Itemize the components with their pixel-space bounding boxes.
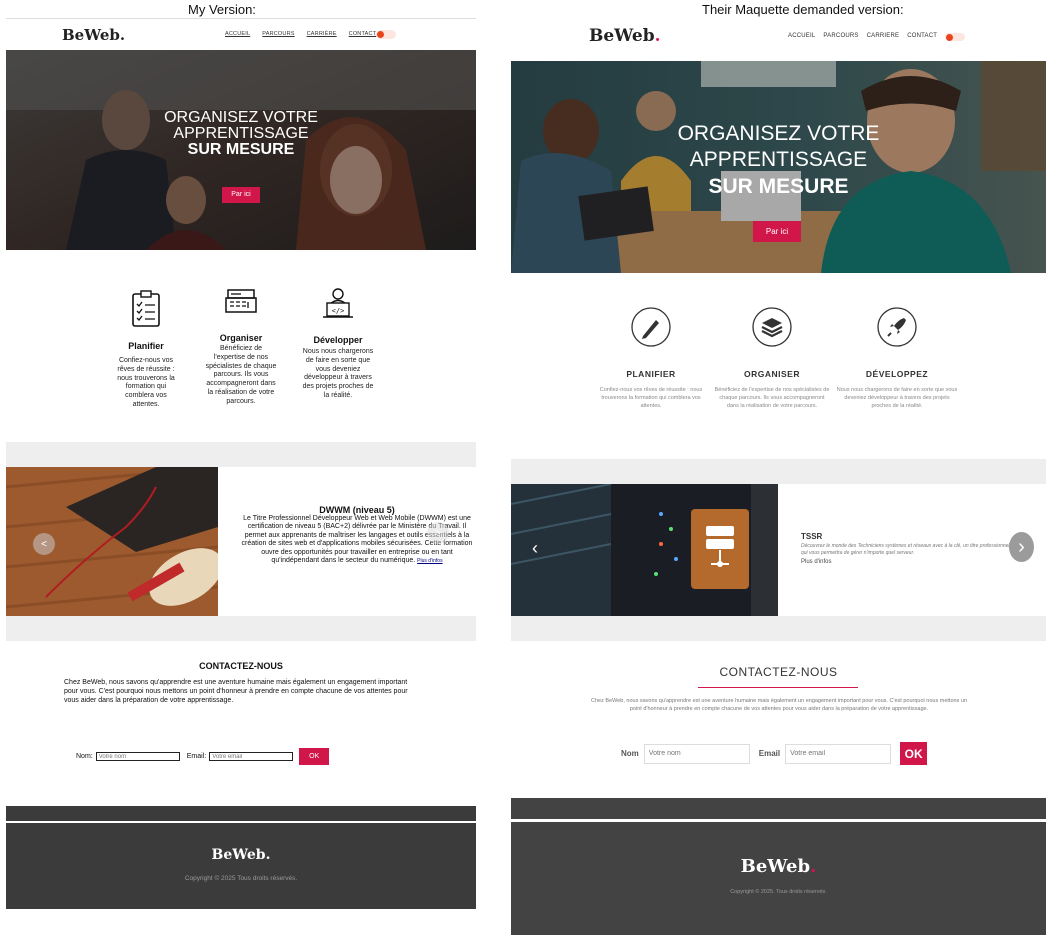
feature-title: Planifier (128, 341, 164, 351)
carousel-image: < (6, 467, 218, 616)
feature-developpez: DÉVELOPPEZ Nous nous chargerons de faire… (836, 306, 958, 411)
logo[interactable]: BeWeb. (62, 26, 125, 44)
feature-text: Bénéficiez de l'expertise de nos spécial… (205, 345, 277, 405)
footer-logo: BeWeb. (211, 847, 271, 863)
left-version: BeWeb. ACCUEIL PARCOURS CARRIÈRE CONTACT (6, 18, 476, 918)
feature-text: Bénéficiez de l'expertise de nos spécial… (714, 387, 830, 409)
hero-title: ORGANISEZ VOTRE APPRENTISSAGE SUR MESURE (511, 121, 1046, 200)
nav-parcours[interactable]: PARCOURS (262, 31, 294, 37)
feature-title: DÉVELOPPEZ (865, 369, 929, 379)
gray-band (511, 459, 1046, 484)
feature-planifier: Planifier Confiez-nous vos rêves de réus… (111, 290, 181, 410)
gray-band (6, 442, 476, 467)
copyright: Copyright © 2025. Tous droits réservés. (730, 889, 827, 895)
feature-title: PLANIFIER (626, 369, 676, 379)
email-label: Email: (186, 753, 207, 760)
hero-cta-button[interactable]: Par ici (222, 187, 260, 203)
hero-banner: ORGANISEZ VOTRE APPRENTISSAGE SUR MESURE… (6, 50, 476, 250)
feature-developper: </> Développer Nous nous chargerons de f… (300, 288, 376, 401)
gray-band (511, 616, 1046, 641)
hero-title: ORGANISEZ VOTRE APPRENTISSAGE SUR MESURE (6, 110, 476, 158)
nav-contact[interactable]: CONTACT (349, 31, 377, 37)
rocket-circle-icon (877, 307, 917, 347)
contact-form: Nom Email OK (621, 742, 928, 765)
feature-text: Nous nous chargerons de faire en sorte q… (836, 387, 958, 409)
carousel-next-button[interactable]: › (1009, 532, 1034, 562)
left-caption: My Version: (188, 2, 256, 17)
nav-accueil[interactable]: ACCUEIL (225, 31, 250, 37)
right-version: BeWeb. ACCUEIL PARCOURS CARRIERE CONTACT (511, 18, 1046, 938)
feature-organiser: ORGANISER Bénéficiez de l'expertise de n… (713, 306, 831, 411)
feature-text: Nous nous chargerons de faire en sorte q… (302, 348, 374, 399)
theme-toggle[interactable] (376, 30, 396, 39)
feature-text: Confiez-nous vos rêves de réussite : nou… (599, 387, 703, 409)
copyright: Copyright © 2025 Tous droits réservés. (184, 875, 298, 882)
layers-circle-icon (752, 307, 792, 347)
svg-text:</>: </> (332, 307, 345, 315)
carousel-prev-button[interactable]: ‹ (525, 536, 545, 560)
carousel-caption: TSSR Découvrez le monde des Techniciens … (801, 532, 1031, 565)
contact-title: CONTACTEZ-NOUS (719, 665, 838, 679)
feature-title: Organiser (219, 333, 263, 343)
contact-text: Chez BeWeb, nous savons qu'apprendre est… (591, 698, 967, 712)
contact-title: CONTACTEZ-NOUS (199, 661, 283, 671)
hero-line-1: ORGANISEZ VOTRE (677, 122, 880, 145)
main-nav: ACCUEIL PARCOURS CARRIÈRE CONTACT (225, 31, 376, 37)
nav-accueil[interactable]: ACCUEIL (788, 33, 815, 39)
right-caption: Their Maquette demanded version: (702, 2, 904, 17)
carousel-title: TSSR (801, 532, 823, 541)
carousel-description: Découvrez le monde des Techniciens systè… (801, 543, 1030, 556)
email-label: Email (758, 749, 781, 758)
email-input[interactable] (209, 752, 294, 761)
more-info-link[interactable]: Plus d'infos (417, 558, 442, 564)
main-nav: ACCUEIL PARCOURS CARRIERE CONTACT (788, 33, 937, 39)
carousel-title: DWWM (niveau 5) (319, 505, 395, 515)
footer: BeWeb. Copyright © 2025. Tous droits rés… (511, 822, 1046, 935)
contact-text: Chez BeWeb, nous savons qu'apprendre est… (64, 679, 408, 705)
hero-banner: ORGANISEZ VOTRE APPRENTISSAGE SUR MESURE… (511, 61, 1046, 273)
footer-logo: BeWeb. (740, 856, 817, 877)
carousel-next-button[interactable]: > (427, 522, 449, 544)
more-info-link[interactable]: Plus d'infos (801, 559, 1031, 565)
gray-band (6, 616, 476, 641)
feature-text: Confiez-nous vos rêves de réussite : nou… (117, 357, 175, 408)
logo[interactable]: BeWeb. (589, 26, 661, 46)
hero-line-2: APPRENTISSAGE (173, 125, 309, 142)
carousel-prev-button[interactable]: < (33, 533, 55, 555)
name-label: Nom (621, 749, 639, 758)
nav-parcours[interactable]: PARCOURS (823, 33, 858, 39)
nav-contact[interactable]: CONTACT (907, 33, 937, 39)
footer-top-strip (511, 798, 1046, 819)
name-input[interactable] (643, 743, 750, 764)
feature-title: ORGANISER (744, 369, 800, 379)
submit-button[interactable]: OK (299, 748, 330, 765)
hero-cta-button[interactable]: Par ici (753, 221, 801, 242)
submit-button[interactable]: OK (900, 742, 928, 765)
header: BeWeb. ACCUEIL PARCOURS CARRIÈRE CONTACT (6, 18, 476, 50)
nav-carriere[interactable]: CARRIÈRE (307, 31, 337, 37)
theme-toggle[interactable] (945, 33, 965, 41)
pen-circle-icon (631, 307, 671, 347)
email-input[interactable] (785, 743, 892, 764)
footer-top-strip (6, 806, 476, 821)
clipboard-checklist-icon (132, 290, 160, 327)
hero-line-3: SUR MESURE (187, 141, 295, 158)
footer: BeWeb. Copyright © 2025 Tous droits rése… (6, 823, 476, 909)
hero-line-3: SUR MESURE (708, 174, 849, 198)
feature-organiser: Organiser Bénéficiez de l'expertise de n… (204, 288, 278, 406)
hero-line-1: ORGANISEZ VOTRE (164, 109, 318, 126)
contact-form: Nom: Email: OK (76, 748, 330, 765)
name-input[interactable] (95, 752, 180, 761)
carousel-image: ‹ (511, 484, 778, 616)
title-underline (698, 687, 858, 688)
feature-planifier: PLANIFIER Confiez-nous vos rêves de réus… (591, 306, 711, 411)
feature-title: Développer (313, 335, 363, 345)
nav-carriere[interactable]: CARRIERE (867, 33, 900, 39)
server-photo (511, 484, 778, 616)
hero-line-2: APPRENTISSAGE (689, 148, 868, 172)
name-label: Nom: (76, 753, 93, 760)
cash-register-icon (225, 289, 257, 313)
header: BeWeb. ACCUEIL PARCOURS CARRIERE CONTACT (511, 18, 1046, 60)
developer-laptop-icon: </> (323, 288, 353, 318)
